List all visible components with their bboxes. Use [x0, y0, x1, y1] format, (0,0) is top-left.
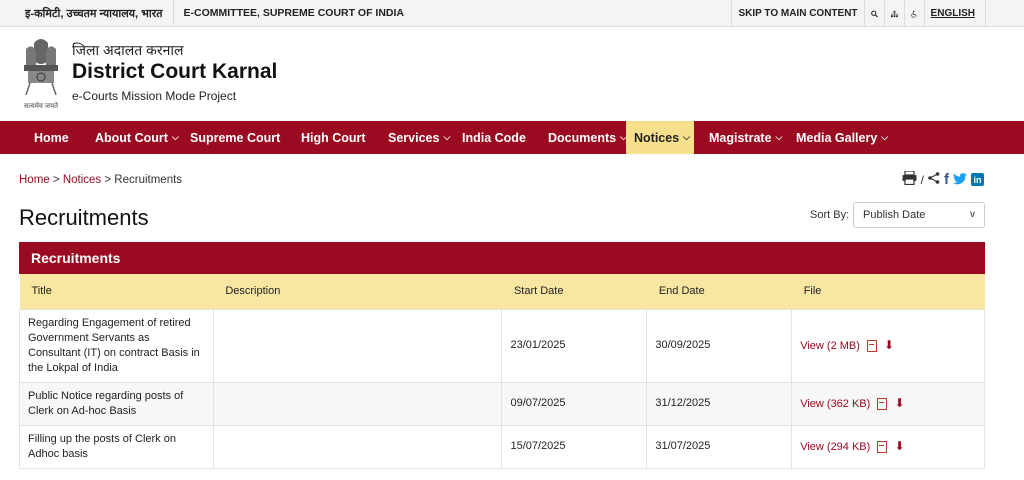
breadcrumb-notices[interactable]: Notices — [63, 174, 101, 186]
view-file-link[interactable]: View (362 KB) — [800, 398, 870, 410]
nav-label: Supreme Court — [190, 130, 281, 145]
nav-item-services[interactable]: Services ⌵ — [388, 121, 450, 154]
recruitments-table: Title Description Start Date End Date Fi… — [19, 274, 985, 469]
site-name-hindi: जिला अदालत करनाल — [72, 42, 184, 58]
download-icon[interactable]: ⬇ — [894, 439, 904, 453]
row-file: View (2 MB) ⬇ — [791, 308, 985, 383]
column-header-file: File — [803, 285, 822, 298]
share-toolbar: / f in — [902, 170, 984, 188]
table-row: Filling up the posts of Clerk on Adhoc b… — [19, 424, 985, 469]
table-row: Public Notice regarding posts of Clerk o… — [19, 381, 985, 426]
row-end-date: 30/09/2025 — [646, 308, 793, 383]
row-start-date: 09/07/2025 — [501, 381, 648, 426]
nav-item-home[interactable]: Home — [34, 121, 69, 154]
facebook-icon[interactable]: f — [944, 171, 949, 188]
column-header-start-date: Start Date — [513, 285, 564, 298]
row-file: View (362 KB) ⬇ — [791, 381, 985, 426]
row-file: View (294 KB) ⬇ — [791, 424, 985, 469]
sort-by-select[interactable]: Publish Date v — [853, 202, 985, 228]
row-description — [212, 308, 503, 383]
site-subtitle: e-Courts Mission Mode Project — [72, 89, 237, 103]
share-icon[interactable] — [928, 172, 940, 187]
ecommittee-hindi-label: इ-कमिटी, उच्चतम न्यायालय, भारत — [25, 7, 163, 20]
column-header-end-date: End Date — [658, 285, 705, 298]
nav-label: High Court — [301, 130, 366, 145]
breadcrumb-current: Recruitments — [114, 174, 183, 186]
breadcrumb-separator: > — [104, 174, 112, 186]
language-selector[interactable]: ENGLISH — [923, 0, 986, 27]
chevron-down-icon: ⌵ — [443, 132, 451, 142]
sort-by-value: Publish Date — [863, 209, 926, 221]
share-separator: / — [920, 172, 924, 187]
panel-title: Recruitments — [19, 242, 985, 274]
chevron-down-icon: v — [970, 209, 975, 220]
search-icon[interactable] — [863, 0, 884, 27]
nav-label: Notices — [634, 130, 680, 145]
nav-item-india-code[interactable]: India Code — [462, 121, 526, 154]
row-start-date: 23/01/2025 — [501, 308, 648, 383]
emblem-motto: सत्यमेव जयते — [23, 103, 59, 110]
sitemap-icon[interactable] — [883, 0, 904, 27]
row-description — [212, 381, 503, 426]
row-end-date: 31/12/2025 — [646, 381, 793, 426]
site-title[interactable]: District Court Karnal — [72, 60, 277, 84]
chevron-down-icon: ⌵ — [171, 132, 179, 142]
chevron-down-icon: ⌵ — [881, 132, 889, 142]
sort-by-label: Sort By: — [810, 209, 850, 221]
download-icon[interactable]: ⬇ — [894, 396, 904, 410]
nav-item-high-court[interactable]: High Court — [301, 121, 366, 154]
nav-label: Documents — [548, 130, 617, 145]
column-header-title: Title — [31, 285, 52, 298]
top-utility-bar: इ-कमिटी, उच्चतम न्यायालय, भारत E-COMMITT… — [0, 0, 1024, 27]
nav-label: Magistrate — [709, 130, 772, 145]
chevron-down-icon: ⌵ — [683, 132, 690, 142]
chevron-down-icon: ⌵ — [775, 132, 783, 142]
nav-item-magistrate[interactable]: Magistrate ⌵ — [709, 121, 782, 154]
ecommittee-label: E-COMMITTEE, SUPREME COURT OF INDIA — [183, 7, 405, 19]
pdf-icon[interactable] — [877, 397, 888, 410]
national-emblem-logo[interactable]: सत्यमेव जयते — [16, 35, 66, 111]
linkedin-icon[interactable]: in — [971, 173, 984, 186]
breadcrumb: Home > Notices > Recruitments — [19, 174, 182, 186]
nav-item-supreme-court[interactable]: Supreme Court — [190, 121, 280, 154]
nav-label: Home — [34, 130, 69, 145]
row-title: Regarding Engagement of retired Governme… — [19, 308, 214, 383]
column-header-description: Description — [225, 285, 281, 298]
view-file-link[interactable]: View (2 MB) — [800, 340, 860, 352]
nav-label: Media Gallery — [796, 130, 878, 145]
breadcrumb-home[interactable]: Home — [19, 174, 50, 186]
main-navigation: Home About Court ⌵ Supreme Court High Cou… — [0, 121, 1024, 154]
breadcrumb-separator: > — [52, 174, 60, 186]
recruitments-panel: Recruitments Title Description Start Dat… — [19, 242, 985, 469]
nav-item-about-court[interactable]: About Court ⌵ — [95, 121, 179, 154]
nav-item-notices[interactable]: Notices ⌵ — [626, 121, 694, 154]
row-end-date: 31/07/2025 — [646, 424, 793, 469]
nav-label: Services — [388, 130, 440, 145]
nav-item-documents[interactable]: Documents ⌵ — [548, 121, 627, 154]
row-title: Public Notice regarding posts of Clerk o… — [19, 381, 214, 426]
row-title: Filling up the posts of Clerk on Adhoc b… — [19, 424, 214, 469]
site-header: सत्यमेव जयते जिला अदालत करनाल District C… — [0, 27, 1024, 121]
print-icon[interactable] — [902, 170, 917, 188]
download-icon[interactable]: ⬇ — [884, 338, 894, 352]
row-start-date: 15/07/2025 — [501, 424, 648, 469]
nav-label: About Court — [95, 130, 168, 145]
page-title: Recruitments — [19, 205, 149, 230]
row-description — [212, 424, 503, 469]
table-header-row: Title Description Start Date End Date Fi… — [19, 274, 985, 309]
pdf-icon[interactable] — [866, 339, 877, 352]
accessibility-icon[interactable] — [903, 0, 924, 27]
nav-item-media-gallery[interactable]: Media Gallery ⌵ — [796, 121, 888, 154]
table-row: Regarding Engagement of retired Governme… — [19, 308, 985, 383]
view-file-link[interactable]: View (294 KB) — [800, 441, 870, 453]
pdf-icon[interactable] — [877, 440, 888, 453]
nav-label: India Code — [462, 130, 526, 145]
twitter-icon[interactable] — [953, 172, 967, 188]
skip-to-main-link[interactable]: SKIP TO MAIN CONTENT — [731, 0, 863, 27]
